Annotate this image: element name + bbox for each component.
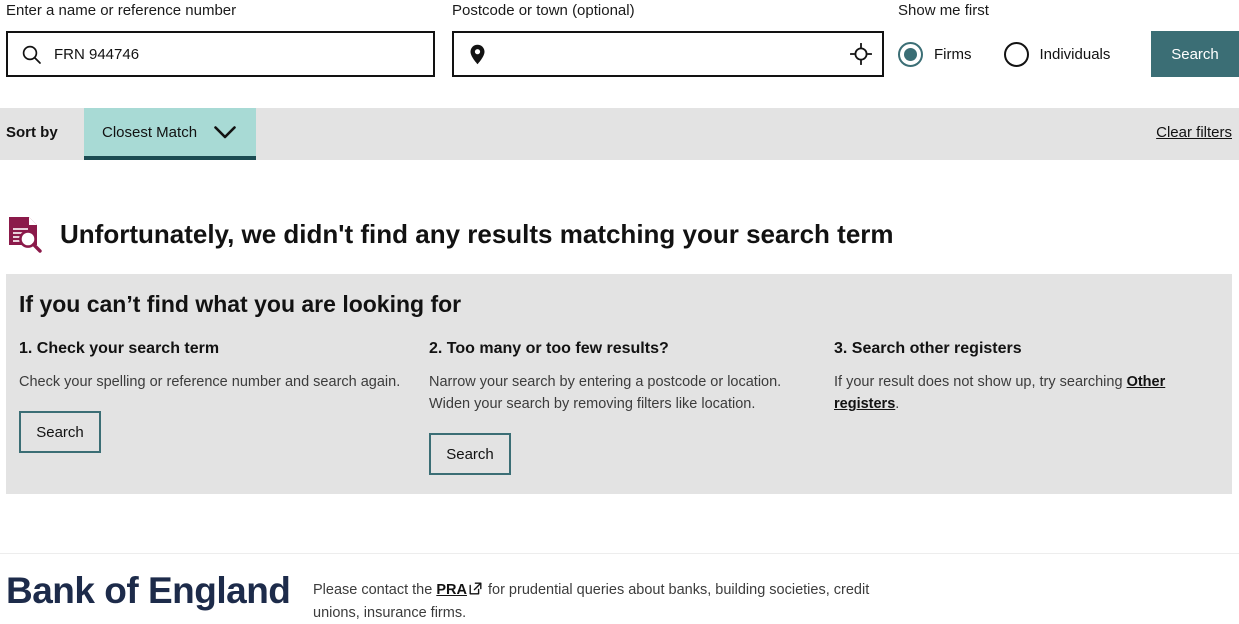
external-link-icon bbox=[469, 580, 482, 602]
no-results-heading-row: Unfortunately, we didn't find any result… bbox=[0, 205, 1239, 263]
pra-link[interactable]: PRA bbox=[436, 582, 467, 598]
radio-individuals-label: Individuals bbox=[1039, 45, 1111, 63]
help-column-2-body-line1: Narrow your search by entering a postcod… bbox=[429, 374, 782, 390]
help-panel-columns: 1. Check your search term Check your spe… bbox=[19, 340, 1219, 475]
footer: Bank of England Please contact the PRA f… bbox=[0, 553, 1239, 621]
help-column-3-body-prefix: If your result does not show up, try sea… bbox=[834, 374, 1127, 390]
search-input-value: FRN 944746 bbox=[54, 45, 140, 63]
footer-text-prefix: Please contact the bbox=[313, 582, 437, 598]
search-bar: Enter a name or reference number FRN 944… bbox=[0, 0, 1239, 100]
map-pin-icon bbox=[454, 44, 500, 65]
clear-filters-link[interactable]: Clear filters bbox=[1156, 124, 1232, 141]
help-column-3-body: If your result does not show up, try sea… bbox=[834, 371, 1214, 415]
help-panel: If you can’t find what you are looking f… bbox=[6, 274, 1232, 494]
help-column-other-registers: 3. Search other registers If your result… bbox=[834, 340, 1214, 475]
help-column-1-search-button[interactable]: Search bbox=[19, 411, 101, 453]
footer-contact-text: Please contact the PRA for prudential qu… bbox=[313, 579, 873, 624]
bank-of-england-logo: Bank of England bbox=[6, 570, 291, 611]
search-input[interactable]: FRN 944746 bbox=[6, 31, 435, 77]
help-panel-title: If you can’t find what you are looking f… bbox=[19, 291, 462, 317]
postcode-field-label: Postcode or town (optional) bbox=[452, 2, 635, 19]
radio-option-firms[interactable]: Firms bbox=[898, 41, 972, 67]
help-column-1-title: 1. Check your search term bbox=[19, 340, 220, 357]
radio-firms-indicator bbox=[898, 41, 923, 67]
search-icon bbox=[8, 44, 54, 65]
help-column-2-body-line2: Widen your search by removing filters li… bbox=[429, 396, 756, 412]
help-column-3-body-suffix: . bbox=[895, 396, 900, 412]
show-me-first-label: Show me first bbox=[898, 2, 989, 19]
radio-option-individuals[interactable]: Individuals bbox=[1003, 41, 1111, 67]
sort-bar: Sort by Closest Match Clear filters bbox=[0, 108, 1239, 160]
radio-individuals-indicator bbox=[1003, 41, 1029, 67]
help-column-3-title: 3. Search other registers bbox=[834, 340, 1022, 357]
help-column-2-search-button[interactable]: Search bbox=[429, 433, 511, 475]
search-button[interactable]: Search bbox=[1151, 31, 1239, 77]
chevron-down-icon bbox=[213, 125, 237, 140]
show-me-first-radio-group: Firms Individuals bbox=[898, 31, 1142, 77]
sort-dropdown[interactable]: Closest Match bbox=[84, 108, 256, 160]
help-column-check-search-term: 1. Check your search term Check your spe… bbox=[19, 340, 429, 475]
name-field-label: Enter a name or reference number bbox=[6, 2, 237, 19]
help-column-2-body: Narrow your search by entering a postcod… bbox=[429, 371, 834, 415]
document-search-icon bbox=[6, 215, 44, 253]
locate-crosshair-icon[interactable] bbox=[840, 43, 882, 65]
sort-dropdown-value: Closest Match bbox=[102, 123, 198, 141]
page-title: Unfortunately, we didn't find any result… bbox=[60, 218, 894, 249]
help-column-1-body: Check your spelling or reference number … bbox=[19, 374, 401, 390]
help-column-too-many-results: 2. Too many or too few results? Narrow y… bbox=[429, 340, 834, 475]
postcode-input[interactable] bbox=[452, 31, 884, 77]
sort-by-label: Sort by bbox=[6, 124, 58, 141]
help-column-2-title: 2. Too many or too few results? bbox=[429, 340, 669, 357]
radio-firms-label: Firms bbox=[934, 45, 972, 63]
